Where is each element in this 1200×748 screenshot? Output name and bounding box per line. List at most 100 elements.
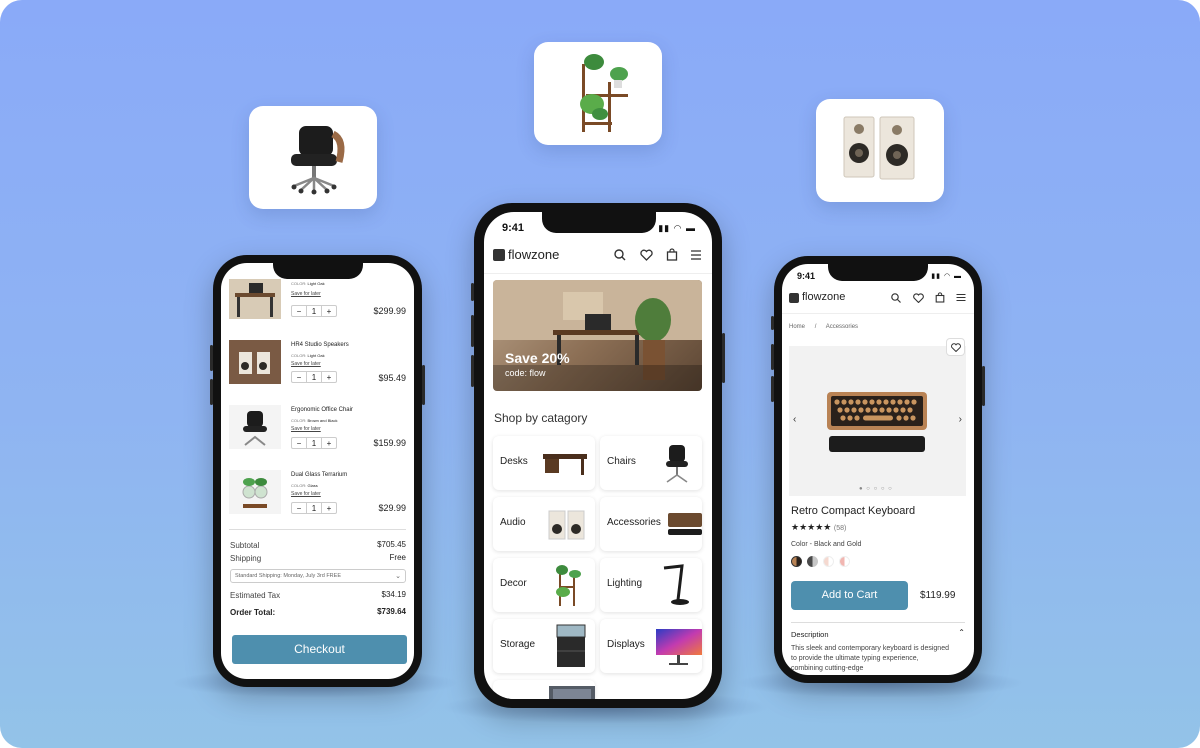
- mute-switch: [771, 316, 774, 330]
- add-to-cart-button[interactable]: Add to Cart: [791, 581, 908, 610]
- total-label: Order Total:: [230, 608, 276, 617]
- description-heading[interactable]: Description: [791, 630, 829, 639]
- minus-icon[interactable]: −: [292, 372, 306, 383]
- item-color: COLOR: Glass: [291, 483, 318, 488]
- product-thumbnail: [229, 470, 281, 514]
- chevron-down-icon: ⌄: [395, 573, 401, 580]
- breadcrumb-home[interactable]: Home: [789, 324, 805, 330]
- item-name: Dual Glass Terrarium: [291, 472, 348, 478]
- right-phone: 9:41 ▮▮ ◠ ▬ flowzone Home / Accessories: [771, 256, 985, 683]
- category-card-decor[interactable]: Decor: [493, 558, 595, 612]
- monitor-image: [656, 629, 702, 665]
- desk-image: [543, 454, 587, 475]
- category-label: Chairs: [607, 456, 636, 467]
- quantity-stepper[interactable]: −1 +: [291, 437, 337, 449]
- status-icons: ▮▮ ◠ ▬: [658, 223, 696, 233]
- shopping-bag-icon[interactable]: [666, 248, 678, 261]
- category-card-chairs[interactable]: Chairs: [600, 436, 702, 490]
- brand-name: flowzone: [508, 247, 560, 262]
- review-count[interactable]: (58): [834, 525, 846, 532]
- save-for-later-link[interactable]: Save for later: [291, 291, 321, 297]
- plus-icon[interactable]: +: [322, 503, 336, 514]
- category-card-desks[interactable]: Desks: [493, 436, 595, 490]
- tax-label: Estimated Tax: [230, 591, 281, 600]
- menu-icon[interactable]: [690, 249, 702, 260]
- quantity-value: 1: [306, 437, 322, 449]
- save-for-later-link[interactable]: Save for later: [291, 361, 321, 367]
- brand-logo-icon: [493, 249, 505, 261]
- shopping-bag-icon[interactable]: [935, 292, 945, 303]
- item-color: COLOR: Brown and Black: [291, 418, 338, 423]
- divider: [791, 622, 965, 623]
- stage: COLOR: Light Oak Save for later −1 + $299…: [0, 0, 1200, 748]
- shipping-method-select[interactable]: Standard Shipping: Monday, July 3rd FREE…: [230, 569, 406, 583]
- cart-screen: COLOR: Light Oak Save for later −1 + $299…: [221, 263, 414, 679]
- product-price: $119.99: [920, 590, 956, 601]
- plus-icon[interactable]: +: [322, 438, 336, 449]
- item-name: Ergonomic Office Chair: [291, 407, 353, 413]
- studio-speakers-image: [843, 116, 915, 180]
- category-card-storage[interactable]: Storage: [493, 619, 595, 673]
- category-label: Desks: [500, 456, 528, 467]
- search-icon[interactable]: [614, 249, 626, 261]
- search-icon[interactable]: [891, 293, 901, 303]
- app-header: flowzone: [484, 238, 712, 274]
- category-label: Audio: [500, 517, 526, 528]
- wishlist-button[interactable]: [946, 338, 965, 356]
- category-card-lighting[interactable]: Lighting: [600, 558, 702, 612]
- status-time: 9:41: [797, 271, 816, 281]
- swatch-black-gold[interactable]: [791, 556, 802, 567]
- plus-icon[interactable]: +: [322, 372, 336, 383]
- item-color: COLOR: Light Oak: [291, 281, 325, 286]
- swatch-grey[interactable]: [807, 556, 818, 567]
- quantity-stepper[interactable]: −1 +: [291, 305, 337, 317]
- storage-cabinet-image: [556, 624, 586, 667]
- chevron-right-icon[interactable]: ›: [959, 414, 962, 425]
- category-card-audio[interactable]: Audio: [493, 497, 595, 551]
- notch: [273, 263, 363, 279]
- swatch-pink[interactable]: [823, 556, 834, 567]
- category-card-partial[interactable]: [493, 680, 595, 699]
- swatch-rose[interactable]: [839, 556, 850, 567]
- product-thumbnail: [229, 279, 281, 319]
- color-selection-label: Color - Black and Gold: [791, 541, 862, 548]
- item-price: $299.99: [373, 306, 406, 316]
- category-label: Decor: [500, 578, 527, 589]
- subtotal-value: $705.45: [377, 540, 406, 549]
- quantity-value: 1: [306, 502, 322, 514]
- save-for-later-link[interactable]: Save for later: [291, 491, 321, 497]
- heart-icon[interactable]: [640, 249, 653, 261]
- divider: [229, 529, 406, 530]
- total-value: $739.64: [377, 607, 406, 616]
- minus-icon[interactable]: −: [292, 503, 306, 514]
- carousel-dots[interactable]: ● ○ ○ ○ ○: [859, 486, 893, 492]
- category-card-accessories[interactable]: Accessories: [600, 497, 702, 551]
- category-card-displays[interactable]: Displays: [600, 619, 702, 673]
- plant-stand-image: [580, 54, 628, 132]
- quantity-stepper[interactable]: −1 +: [291, 371, 337, 383]
- volume-button: [210, 379, 213, 405]
- heart-icon: [951, 343, 961, 352]
- heart-icon[interactable]: [913, 293, 924, 303]
- chevron-up-icon[interactable]: ⌃: [958, 628, 965, 637]
- category-label: Displays: [607, 639, 645, 650]
- item-name: HR4 Studio Speakers: [291, 342, 349, 348]
- product-title: Retro Compact Keyboard: [791, 505, 916, 517]
- category-label: Lighting: [607, 578, 643, 589]
- minus-icon[interactable]: −: [292, 306, 306, 317]
- menu-icon[interactable]: [956, 293, 966, 302]
- breadcrumb-current[interactable]: Accessories: [826, 324, 858, 330]
- chevron-left-icon[interactable]: ‹: [793, 414, 796, 425]
- minus-icon[interactable]: −: [292, 438, 306, 449]
- promo-banner[interactable]: Save 20% code: flow: [493, 280, 702, 391]
- quantity-stepper[interactable]: −1 +: [291, 502, 337, 514]
- product-gallery: ‹ › ● ○ ○ ○ ○: [789, 346, 966, 496]
- app-header: flowzone: [782, 284, 974, 314]
- speakers-preview-card: [816, 99, 944, 202]
- rug-image: [549, 686, 595, 699]
- checkout-button[interactable]: Checkout: [232, 635, 407, 664]
- category-label: Storage: [500, 639, 536, 650]
- plus-icon[interactable]: +: [322, 306, 336, 317]
- quantity-value: 1: [306, 371, 322, 383]
- save-for-later-link[interactable]: Save for later: [291, 426, 321, 432]
